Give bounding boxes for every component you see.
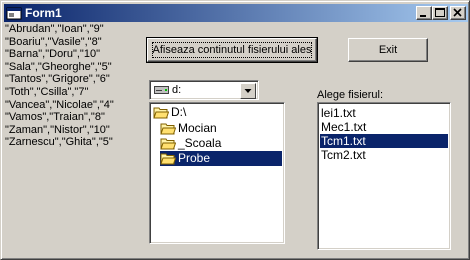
minimize-icon: [420, 15, 426, 17]
drive-icon: [154, 86, 169, 94]
close-button[interactable]: [450, 6, 466, 20]
drive-select[interactable]: d:: [149, 80, 259, 100]
title-bar[interactable]: Form1: [4, 4, 468, 22]
dir-label: _Scoala: [178, 136, 222, 150]
name-line: "Vancea","Nicolae","4": [5, 98, 114, 111]
dir-label: Probe: [178, 151, 211, 165]
chevron-down-icon: [244, 89, 252, 93]
file-item-selected[interactable]: Tcm1.txt: [320, 134, 448, 148]
maximize-icon: [435, 8, 445, 17]
window-title: Form1: [25, 6, 62, 20]
dir-item[interactable]: Mocian: [160, 121, 219, 136]
maximize-button[interactable]: [432, 6, 448, 20]
dir-item[interactable]: _Scoala: [160, 136, 223, 151]
open-folder-icon: [160, 153, 176, 165]
exit-label: Exit: [378, 44, 398, 56]
dir-label: D:\: [171, 105, 187, 119]
name-line: "Barna","Doru","10": [5, 48, 100, 61]
form-icon: [6, 7, 22, 20]
name-line: "Toth","Csilla","7": [5, 85, 89, 98]
dir-item-selected[interactable]: Probe: [160, 151, 282, 166]
dir-label: Mocian: [178, 121, 217, 135]
file-item[interactable]: lei1.txt: [320, 106, 448, 120]
minimize-button[interactable]: [416, 6, 432, 20]
name-line: "Zaman","Nistor","10": [5, 123, 110, 136]
show-file-content-button[interactable]: Afiseaza continutul fisierului ales: [146, 37, 318, 63]
file-list[interactable]: lei1.txt Mec1.txt Tcm1.txt Tcm2.txt: [317, 102, 451, 250]
drive-value: d:: [172, 84, 182, 96]
exit-button[interactable]: Exit: [348, 38, 428, 62]
file-item[interactable]: Tcm2.txt: [320, 148, 448, 162]
name-line: "Zarnescu","Ghita","5": [5, 136, 113, 149]
name-line: "Sala","Gheorghe","5": [5, 60, 112, 73]
focus-rect: [152, 42, 312, 58]
name-line: "Boariu","Vasile","8": [5, 35, 102, 48]
directory-list[interactable]: D:\ Mocian _Scoala Probe: [149, 102, 285, 244]
name-line: "Abrudan","Ioan","9": [5, 23, 104, 35]
files-label: Alege fisierul:: [317, 89, 384, 101]
name-line: "Vamos","Traian","8": [5, 111, 105, 124]
close-icon: [453, 8, 462, 17]
form-window: Form1 "Abrudan","Ioan","9" "Boariu","Vas…: [0, 0, 470, 260]
open-folder-icon: [160, 123, 176, 135]
drive-dropdown-button[interactable]: [240, 83, 256, 99]
names-list: "Abrudan","Ioan","9" "Boariu","Vasile","…: [5, 23, 145, 149]
name-line: "Tantos","Grigore","6": [5, 73, 110, 86]
open-folder-icon: [153, 107, 169, 119]
dir-item[interactable]: D:\: [153, 105, 188, 120]
open-folder-icon: [160, 138, 176, 150]
file-item[interactable]: Mec1.txt: [320, 120, 448, 134]
